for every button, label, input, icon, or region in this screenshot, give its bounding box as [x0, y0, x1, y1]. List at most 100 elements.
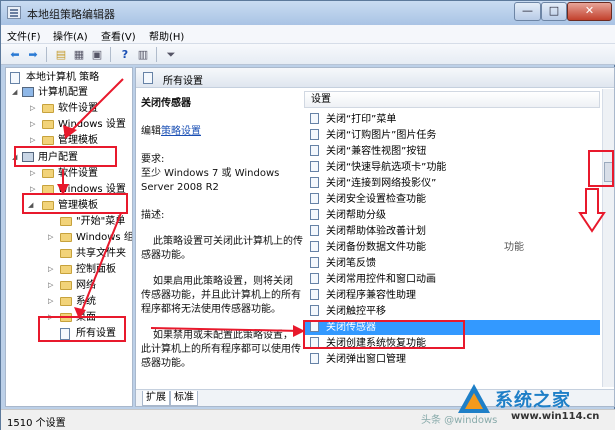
expand-arrow-icon[interactable]: ▷	[48, 278, 56, 293]
tree-item-shared-folders[interactable]: 共享文件夹	[6, 246, 132, 261]
tab-standard[interactable]: 标准	[170, 391, 198, 406]
collapse-arrow-icon[interactable]: ◢	[28, 198, 36, 213]
list-item[interactable]: 关闭创建系统恢复功能	[304, 336, 600, 351]
expand-arrow-icon[interactable]: ▷	[30, 166, 38, 181]
list-item[interactable]: 关闭笔反馈	[304, 256, 600, 271]
expand-arrow-icon[interactable]: ▷	[30, 117, 38, 132]
tree-item-control-panel[interactable]: ▷ 控制面板	[6, 262, 132, 277]
requirements-line2: Server 2008 R2	[141, 182, 219, 193]
description-para3-line2: 此计算机上的所有程序都可以使用传	[141, 344, 301, 355]
policy-setting-icon	[310, 145, 319, 156]
folder-icon	[60, 249, 72, 258]
folder-icon	[60, 217, 72, 226]
expand-arrow-icon[interactable]: ▷	[48, 294, 56, 309]
tab-extended[interactable]: 扩展	[142, 391, 170, 406]
list-scrollbar[interactable]	[602, 89, 614, 387]
description-para2-line1: 如果启用此策略设置，则将关闭	[153, 276, 293, 287]
tree-item-user-windows[interactable]: ▷ Windows 设置	[6, 182, 132, 197]
list-item[interactable]: 关闭帮助体验改善计划	[304, 224, 600, 239]
policy-setting-icon	[310, 129, 319, 140]
tree-item-local-policy[interactable]: 本地计算机 策略	[6, 70, 132, 85]
back-icon[interactable]: ⬅	[7, 47, 23, 62]
policy-setting-icon	[310, 161, 319, 172]
description-para1-line1: 此策略设置可关闭此计算机上的传	[153, 236, 303, 247]
list-item[interactable]: 关闭帮助分级	[304, 208, 600, 223]
list-item[interactable]: 关闭“连接到网络投影仪”	[304, 176, 600, 191]
policy-setting-icon	[310, 353, 319, 364]
collapse-arrow-icon[interactable]: ◢	[12, 85, 20, 100]
help-icon[interactable]: ?	[117, 47, 133, 62]
toolbar-separator	[156, 47, 157, 62]
description-para1-line2: 感器功能。	[141, 250, 191, 261]
policy-editor-icon	[7, 6, 21, 19]
expand-arrow-icon[interactable]: ▷	[30, 182, 38, 197]
title-bar[interactable]: 本地组策略编辑器 — □ ✕	[1, 1, 615, 25]
list-item[interactable]: 关闭备份数据文件功能 功能	[304, 240, 600, 255]
list-item[interactable]: 关闭程序兼容性助理	[304, 288, 600, 303]
export-list-icon[interactable]: ▣	[89, 47, 105, 62]
pane-title: 所有设置	[163, 76, 203, 87]
tree-item-user-software[interactable]: ▷ 软件设置	[6, 166, 132, 181]
menu-action[interactable]: 操作(A)	[53, 28, 88, 43]
list-item[interactable]: 关闭“订购图片”图片任务	[304, 128, 600, 143]
edit-policy-link[interactable]: 策略设置	[161, 126, 201, 137]
tree-item-computer-windows[interactable]: ▷ Windows 设置	[6, 117, 132, 132]
window-title: 本地组策略编辑器	[27, 8, 115, 21]
tree-item-desktop[interactable]: ▷ 桌面	[6, 310, 132, 325]
main-window: 本地组策略编辑器 — □ ✕ 文件(F) 操作(A) 查看(V) 帮助(H) ⬅…	[0, 0, 615, 430]
tree-item-system[interactable]: ▷ 系统	[6, 294, 132, 309]
list-item[interactable]: 关闭安全设置检查功能	[304, 192, 600, 207]
tree-item-computer-config[interactable]: ◢ 计算机配置	[6, 85, 132, 100]
tree-item-computer-software[interactable]: ▷ 软件设置	[6, 101, 132, 116]
computer-policy-icon	[10, 72, 20, 84]
list-item[interactable]: 关闭“兼容性视图”按钮	[304, 144, 600, 159]
policy-setting-icon	[310, 257, 319, 268]
expand-arrow-icon[interactable]: ▷	[48, 310, 56, 325]
list-item[interactable]: 关闭触控平移	[304, 304, 600, 319]
pane-header: 所有设置	[136, 68, 614, 88]
policy-setting-icon	[310, 321, 319, 332]
list-item[interactable]: 关闭“打印”菜单	[304, 112, 600, 127]
all-settings-icon	[143, 72, 153, 84]
tree-item-windows-components[interactable]: ▷ Windows 组件	[6, 230, 132, 245]
scrollbar-thumb[interactable]	[604, 162, 614, 182]
list-item[interactable]: 关闭“快速导航选项卡”功能	[304, 160, 600, 175]
policy-setting-icon	[310, 177, 319, 188]
expand-arrow-icon[interactable]: ▷	[48, 230, 56, 245]
folder-icon	[42, 136, 54, 145]
properties-icon[interactable]: ▥	[135, 47, 151, 62]
policy-setting-icon	[310, 273, 319, 284]
column-header-setting[interactable]: 设置	[304, 91, 600, 108]
close-button[interactable]: ✕	[567, 2, 612, 21]
policy-setting-icon	[310, 113, 319, 124]
watermark: 系统之家 www.win114.cn 头条 @windows	[421, 383, 611, 429]
expand-arrow-icon[interactable]: ▷	[48, 262, 56, 277]
expand-arrow-icon[interactable]: ▷	[30, 133, 38, 148]
policy-setting-icon	[310, 337, 319, 348]
filter-icon[interactable]: ⏷	[163, 47, 179, 62]
folder-icon	[60, 233, 72, 242]
maximize-button[interactable]: □	[541, 2, 567, 21]
tree-item-network[interactable]: ▷ 网络	[6, 278, 132, 293]
list-item-selected[interactable]: 关闭传感器	[304, 320, 600, 335]
show-tree-icon[interactable]: ▦	[71, 47, 87, 62]
tree-item-all-settings[interactable]: 所有设置	[6, 326, 132, 341]
menu-help[interactable]: 帮助(H)	[149, 28, 184, 43]
expand-arrow-icon[interactable]: ▷	[30, 101, 38, 116]
minimize-button[interactable]: —	[514, 2, 541, 21]
details-pane: 所有设置 关闭传感器 编辑策略设置 要求: 至少 Windows 7 或 Win…	[135, 67, 615, 407]
collapse-arrow-icon[interactable]: ◢	[12, 150, 20, 165]
list-item[interactable]: 关闭弹出窗口管理	[304, 352, 600, 367]
tree-item-start-menu[interactable]: "开始"菜单	[6, 214, 132, 229]
folder-icon	[60, 297, 72, 306]
user-icon	[22, 152, 34, 162]
menu-view[interactable]: 查看(V)	[101, 28, 136, 43]
tree-item-user-admin[interactable]: ◢ 管理模板	[6, 198, 132, 213]
tree-item-user-config[interactable]: ◢ 用户配置	[6, 150, 132, 165]
menu-file[interactable]: 文件(F)	[7, 28, 41, 43]
list-item[interactable]: 关闭常用控件和窗口动画	[304, 272, 600, 287]
forward-icon[interactable]: ➡	[25, 47, 41, 62]
up-folder-icon[interactable]: ▤	[53, 47, 69, 62]
tree-item-computer-admin[interactable]: ▷ 管理模板	[6, 133, 132, 148]
status-count: 1510 个设置	[7, 418, 66, 429]
